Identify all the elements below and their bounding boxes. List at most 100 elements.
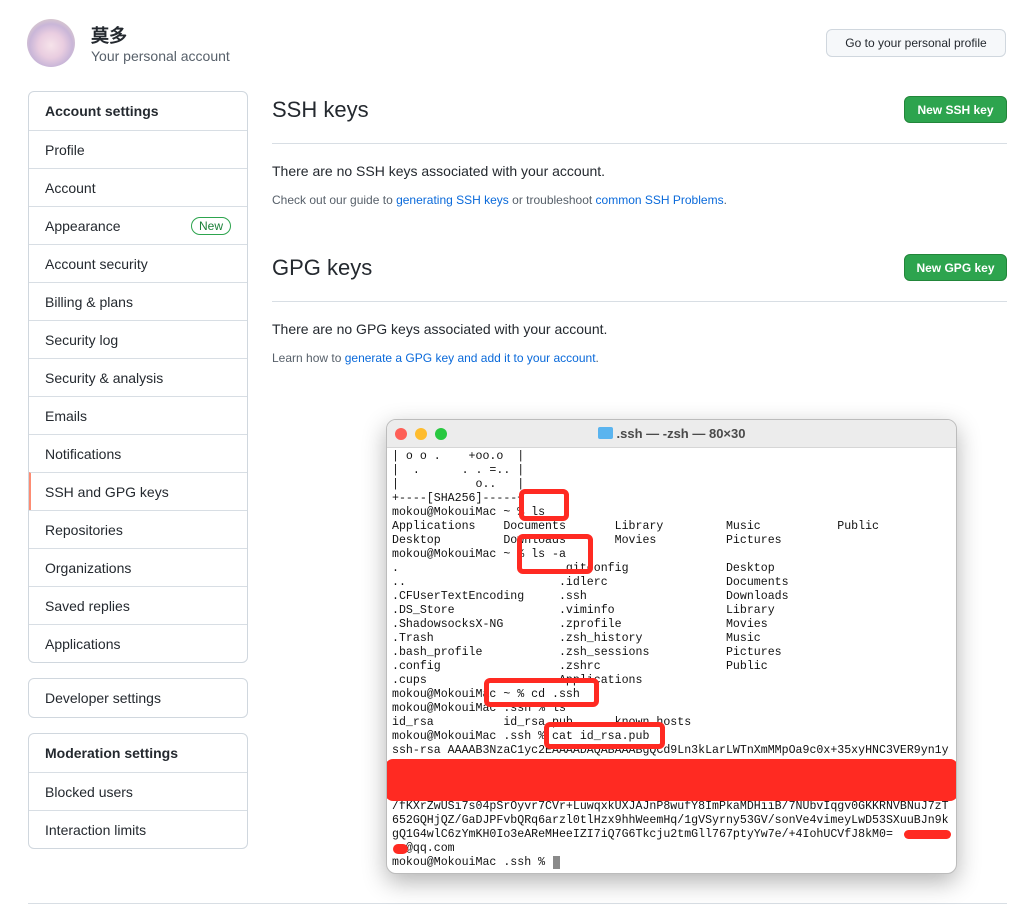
sidebar-item-account[interactable]: Account: [29, 168, 247, 206]
gpg-keys-title: GPG keys: [272, 255, 373, 280]
account-type: Your personal account: [91, 48, 230, 64]
help-text: Check out our guide to: [272, 193, 397, 207]
terminal-line: Applications Documents Library Music Pub…: [392, 520, 880, 533]
user-name: 莫多: [91, 26, 127, 46]
sidebar-item-blocked-users[interactable]: Blocked users: [29, 772, 247, 810]
sidebar-item-saved-replies[interactable]: Saved replies: [29, 586, 247, 624]
sidebar-item-repositories[interactable]: Repositories: [29, 510, 247, 548]
redaction: [387, 759, 956, 801]
annotation-box: [484, 678, 599, 707]
sidebar-item-label: Notifications: [45, 445, 122, 462]
sidebar-item-label: Profile: [45, 141, 85, 158]
avatar[interactable]: [27, 19, 75, 67]
help-text: or troubleshoot: [508, 193, 596, 207]
terminal-line: | o o . +oo.o |: [392, 450, 525, 463]
terminal-line: mokou@MokouiMac ~ % ls -a: [392, 548, 566, 561]
sidebar-item-label: Repositories: [45, 521, 123, 538]
divider: [272, 143, 1007, 144]
terminal-line: .DS_Store .viminfo Library: [392, 604, 775, 617]
go-to-profile-button[interactable]: Go to your personal profile: [826, 29, 1006, 57]
terminal-line: mokou@MokouiMac .ssh % cat id_rsa.pub: [392, 730, 650, 743]
terminal-line: Desktop Downloads Movies Pictures: [392, 534, 782, 547]
moderation-settings-header: Moderation settings: [45, 745, 179, 761]
account-settings-menu: Account settings Profile Account Appearance…: [28, 91, 248, 663]
account-settings-header: Account settings: [45, 103, 159, 119]
terminal-line: .. .idlerc Documents: [392, 576, 789, 589]
sidebar-item-security-analysis[interactable]: Security & analysis: [29, 358, 247, 396]
terminal-line: id_rsa id_rsa.pub known_hosts: [392, 716, 692, 729]
sidebar-item-ssh-and-gpg-keys[interactable]: SSH and GPG keys: [29, 472, 247, 510]
terminal-titlebar[interactable]: .ssh — -zsh — 80×30: [387, 420, 956, 448]
sidebar-item-profile[interactable]: Profile: [29, 130, 247, 168]
help-text: Learn how to: [272, 351, 345, 365]
sidebar-item-billing-plans[interactable]: Billing & plans: [29, 282, 247, 320]
sidebar-item-appearance[interactable]: Appearance New: [29, 206, 247, 244]
sidebar-item-account-security[interactable]: Account security: [29, 244, 247, 282]
help-text: .: [595, 351, 599, 365]
common-ssh-problems-link[interactable]: common SSH Problems: [596, 193, 724, 207]
terminal-line: . .gitconfig Desktop: [392, 562, 775, 575]
ssh-help-text: Check out our guide to generating SSH ke…: [272, 193, 727, 207]
terminal-line: | . . . =.. |: [392, 464, 525, 477]
moderation-settings-menu: Moderation settings Blocked users Interact…: [28, 733, 248, 849]
help-text: .: [723, 193, 727, 207]
terminal-line: +----[SHA256]-----+: [392, 492, 525, 505]
sidebar-item-label: Appearance: [45, 217, 121, 234]
terminal-line: .Trash .zsh_history Music: [392, 632, 761, 645]
developer-settings-menu: Developer settings: [28, 678, 248, 718]
sidebar-item-emails[interactable]: Emails: [29, 396, 247, 434]
terminal-line: .config .zshrc Public: [392, 660, 768, 673]
sidebar-item-label: Emails: [45, 407, 88, 424]
terminal-line: ssh-rsa AAAAB3NzaC1yc2EAAAADAQABAAABgQCd…: [392, 744, 949, 757]
annotation-box: [544, 722, 665, 749]
gpg-empty-message: There are no GPG keys associated with yo…: [272, 321, 608, 337]
sidebar-item-developer-settings[interactable]: Developer settings: [29, 679, 247, 717]
gpg-help-text: Learn how to generate a GPG key and add …: [272, 351, 599, 365]
new-gpg-key-button[interactable]: New GPG key: [904, 254, 1007, 281]
sidebar-item-label: Applications: [45, 635, 121, 652]
sidebar-item-label: Saved replies: [45, 597, 130, 614]
sidebar-item-label: Account security: [45, 255, 148, 272]
sidebar-item-organizations[interactable]: Organizations: [29, 548, 247, 586]
terminal-line: mokou@MokouiMac ~ % ls: [392, 506, 546, 519]
redaction: [904, 830, 951, 839]
ssh-empty-message: There are no SSH keys associated with yo…: [272, 163, 606, 179]
terminal-output[interactable]: | o o . +oo.o | | . . . =.. | | o.. | +----…: [392, 450, 949, 870]
terminal-line: @qq.com: [392, 842, 455, 855]
sidebar-item-applications[interactable]: Applications: [29, 624, 247, 662]
redaction: [393, 844, 408, 854]
cursor: [553, 856, 560, 869]
terminal-line: mokou@MokouiMac .ssh %: [392, 856, 553, 869]
terminal-line: mokou@MokouiMac .ssh % ls: [392, 702, 566, 715]
sidebar-item-label: SSH and GPG keys: [45, 483, 169, 500]
terminal-line: .ShadowsocksX-NG .zprofile Movies: [392, 618, 768, 631]
sidebar-item-security-log[interactable]: Security log: [29, 320, 247, 358]
sidebar-item-label: Account: [45, 179, 96, 196]
new-ssh-key-button[interactable]: New SSH key: [904, 96, 1007, 123]
terminal-title: .ssh — -zsh — 80×30: [616, 426, 746, 441]
sidebar-item-label: Organizations: [45, 559, 132, 576]
sidebar-item-interaction-limits[interactable]: Interaction limits: [29, 810, 247, 848]
terminal-line: mokou@MokouiMac ~ % cd .ssh: [392, 688, 580, 701]
terminal-line: | o.. |: [392, 478, 525, 491]
footer-divider: [28, 903, 1007, 904]
terminal-line: /fKXrZwUSi7s04pSrOyvr7CVr+LuwqxkUXJAJnP8…: [392, 800, 949, 813]
folder-icon: [597, 427, 613, 439]
sidebar-item-label: Security & analysis: [45, 369, 164, 386]
sidebar-item-label: Billing & plans: [45, 293, 133, 310]
terminal-line: gQ1G4wlC6zYmKH0Io3eAReMHeeIZI7iQ7G6Tkcju…: [392, 828, 893, 841]
annotation-box: [519, 489, 569, 521]
terminal-window[interactable]: .ssh — -zsh — 80×30 | o o . +oo.o | | . .…: [386, 419, 957, 874]
sidebar-item-notifications[interactable]: Notifications: [29, 434, 247, 472]
new-badge: New: [190, 216, 231, 235]
terminal-line: .bash_profile .zsh_sessions Pictures: [392, 646, 782, 659]
terminal-line: 652GQHjQZ/GaDJPFvbQRq6arzl0tlHzx9hhWeemH…: [392, 814, 949, 827]
annotation-box: [517, 534, 593, 574]
sidebar-item-label: Security log: [45, 331, 119, 348]
terminal-line: .cups Applications: [392, 674, 643, 687]
generate-gpg-key-link[interactable]: generate a GPG key and add it to your ac…: [345, 351, 596, 365]
terminal-line: .CFUserTextEncoding .ssh Downloads: [392, 590, 789, 603]
ssh-keys-title: SSH keys: [272, 97, 369, 122]
divider: [272, 301, 1007, 302]
generating-ssh-keys-link[interactable]: generating SSH keys: [396, 193, 509, 207]
